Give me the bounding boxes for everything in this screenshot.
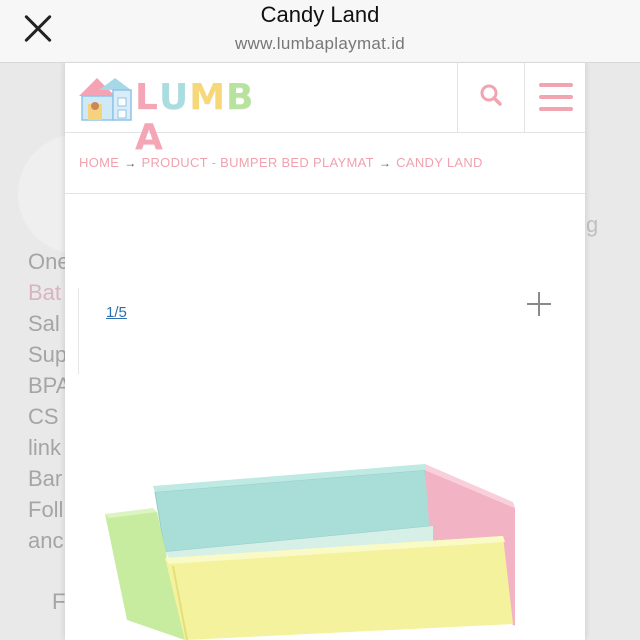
image-counter[interactable]: 1/5 bbox=[106, 304, 127, 321]
background-line: Bar bbox=[28, 466, 63, 491]
background-line: Sup bbox=[28, 342, 68, 367]
breadcrumb-product[interactable]: PRODUCT - BUMPER BED PLAYMAT bbox=[142, 155, 374, 170]
menu-bar bbox=[539, 107, 573, 111]
plus-icon[interactable] bbox=[527, 292, 551, 316]
background-line: One bbox=[28, 249, 70, 274]
search-button[interactable] bbox=[457, 62, 525, 132]
product-image[interactable] bbox=[95, 404, 535, 640]
background-line: Bat bbox=[28, 280, 62, 305]
background-line: CS bbox=[28, 404, 59, 429]
menu-bar bbox=[539, 83, 573, 87]
breadcrumb-arrow-icon: → bbox=[378, 156, 392, 170]
hamburger-menu-icon[interactable] bbox=[524, 62, 585, 132]
page-title: Candy Land bbox=[260, 2, 380, 27]
house-logo-icon bbox=[79, 78, 132, 121]
breadcrumb-current[interactable]: CANDY LAND bbox=[396, 155, 483, 170]
background-right-letter: g bbox=[586, 212, 599, 237]
page-url: www.lumbaplaymat.id bbox=[234, 34, 406, 53]
gallery-divider bbox=[78, 288, 79, 374]
product-gallery: 1/5 bbox=[65, 194, 585, 640]
search-icon bbox=[480, 84, 502, 106]
background-line: anc bbox=[28, 528, 64, 553]
background-line: F bbox=[52, 589, 66, 614]
breadcrumb-home[interactable]: HOME bbox=[79, 155, 119, 170]
browser-top-bar: Candy Land www.lumbaplaymat.id bbox=[0, 0, 640, 63]
background-line: Foll bbox=[28, 497, 64, 522]
menu-bar bbox=[539, 95, 573, 99]
background-line: Sal bbox=[28, 311, 60, 336]
site-header: LUMBA bbox=[65, 62, 585, 158]
site-panel: LUMBA HOME → PRODUCT - BUMPER BED PLAYMAT →… bbox=[65, 62, 585, 640]
breadcrumb-arrow-icon: → bbox=[124, 156, 137, 170]
background-line: link bbox=[28, 435, 62, 460]
breadcrumb: HOME → PRODUCT - BUMPER BED PLAYMAT → CANDY … bbox=[65, 133, 585, 194]
lumba-logo[interactable]: LUMBA bbox=[77, 74, 267, 158]
